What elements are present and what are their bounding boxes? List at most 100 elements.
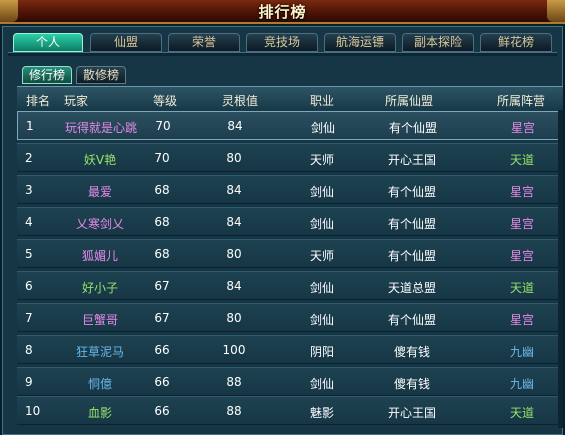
player-name[interactable]: 妖V艳 [45, 151, 155, 168]
player-name[interactable]: 狂草泥马 [45, 343, 155, 360]
job-cell: 剑仙 [309, 185, 334, 199]
table-row[interactable]: 9 恫億 66 88 剑仙 傻有钱 九幽 [17, 367, 563, 396]
player-name[interactable]: 玩得就是心跳 [46, 119, 156, 136]
header-root: 灵根值 [222, 94, 259, 108]
level-cell: 70 [155, 119, 171, 133]
subtab-freelancer[interactable]: 散修榜 [76, 66, 126, 84]
guild-cell: 傻有钱 [393, 345, 430, 359]
camp-cell: 星宫 [509, 313, 534, 327]
level-cell: 68 [154, 183, 170, 197]
rank-cell: 10 [25, 404, 41, 418]
job-cell: 阴阳 [309, 345, 334, 359]
level-cell: 66 [154, 375, 170, 389]
tab-arena[interactable]: 竞技场 [246, 33, 318, 52]
table-row[interactable]: 5 狐媚儿 68 80 天师 有个仙盟 星宫 [17, 239, 563, 268]
table-header: 排名 玩家 等级 灵根值 职业 所属仙盟 所属阵营 [17, 86, 563, 112]
rank-cell: 3 [25, 183, 33, 197]
player-name[interactable]: 巨蟹哥 [45, 311, 155, 328]
tab-personal[interactable]: 个人 [13, 33, 83, 52]
rank-cell: 6 [25, 279, 33, 293]
root-value-cell: 100 [222, 343, 246, 357]
root-value-cell: 88 [226, 404, 242, 418]
player-name[interactable]: 狐媚儿 [45, 247, 155, 264]
player-name[interactable]: 血影 [45, 404, 155, 421]
header-guild: 所属仙盟 [385, 94, 434, 108]
guild-cell: 天道总盟 [387, 281, 436, 295]
subtab-cultivation[interactable]: 修行榜 [22, 66, 72, 84]
tab-escort[interactable]: 航海运镖 [324, 33, 396, 52]
table-row[interactable]: 7 巨蟹哥 67 80 剑仙 有个仙盟 星宫 [17, 303, 563, 332]
job-cell: 剑仙 [309, 313, 334, 327]
guild-cell: 有个仙盟 [387, 313, 436, 327]
guild-cell: 傻有钱 [393, 377, 430, 391]
header-job: 职业 [310, 94, 335, 108]
job-cell: 天师 [309, 153, 334, 167]
player-name[interactable]: 恫億 [45, 375, 155, 392]
camp-cell: 九幽 [509, 345, 534, 359]
camp-cell: 九幽 [509, 377, 534, 391]
root-value-cell: 84 [226, 183, 242, 197]
tab-alliance[interactable]: 仙盟 [90, 33, 162, 52]
tab-honor[interactable]: 荣誉 [168, 33, 240, 52]
player-name[interactable]: 好小子 [45, 279, 155, 296]
player-name[interactable]: 最爱 [45, 183, 155, 200]
rank-cell: 1 [26, 119, 34, 133]
window-title: 排行榜 [258, 3, 307, 21]
job-cell: 剑仙 [309, 377, 334, 391]
header-level: 等级 [153, 94, 178, 108]
camp-cell: 天道 [509, 281, 534, 295]
rank-cell: 7 [25, 311, 33, 325]
player-name[interactable]: 乂寒剑乂 [45, 215, 155, 232]
header-rank: 排名 [26, 94, 51, 108]
title-bar: 排行榜 [0, 0, 565, 24]
level-cell: 66 [154, 404, 170, 418]
root-value-cell: 84 [226, 279, 242, 293]
table-row[interactable]: 3 最爱 68 84 剑仙 有个仙盟 星宫 [17, 175, 563, 204]
guild-cell: 开心王国 [387, 406, 436, 420]
camp-cell: 星宫 [509, 249, 534, 263]
camp-cell: 星宫 [509, 185, 534, 199]
tab-divider [8, 52, 557, 56]
rank-cell: 2 [25, 151, 33, 165]
camp-cell: 天道 [509, 153, 534, 167]
root-value-cell: 80 [226, 151, 242, 165]
rank-cell: 4 [25, 215, 33, 229]
level-cell: 68 [154, 247, 170, 261]
table-scrollbar[interactable] [558, 110, 563, 428]
camp-cell: 星宫 [510, 121, 535, 135]
level-cell: 68 [154, 215, 170, 229]
job-cell: 天师 [309, 249, 334, 263]
tab-dungeon[interactable]: 副本探险 [402, 33, 474, 52]
table-row[interactable]: 4 乂寒剑乂 68 84 剑仙 有个仙盟 星宫 [17, 207, 563, 236]
root-value-cell: 80 [226, 311, 242, 325]
root-value-cell: 84 [226, 215, 242, 229]
rank-cell: 8 [25, 343, 33, 357]
guild-cell: 有个仙盟 [387, 185, 436, 199]
level-cell: 67 [154, 279, 170, 293]
table-row[interactable]: 2 妖V艳 70 80 天师 开心王国 天道 [17, 143, 563, 172]
guild-cell: 有个仙盟 [387, 249, 436, 263]
job-cell: 剑仙 [310, 121, 335, 135]
job-cell: 魅影 [309, 406, 334, 420]
table-row[interactable]: 6 好小子 67 84 剑仙 天道总盟 天道 [17, 271, 563, 300]
title-bar-right-ornament [547, 0, 565, 22]
camp-cell: 天道 [509, 406, 534, 420]
root-value-cell: 84 [227, 119, 243, 133]
job-cell: 剑仙 [309, 217, 334, 231]
guild-cell: 有个仙盟 [387, 217, 436, 231]
level-cell: 67 [154, 311, 170, 325]
job-cell: 剑仙 [309, 281, 334, 295]
tab-flowers[interactable]: 鲜花榜 [480, 33, 552, 52]
header-player: 玩家 [64, 94, 89, 108]
level-cell: 70 [154, 151, 170, 165]
table-row[interactable]: 10 血影 66 88 魅影 开心王国 天道 [17, 396, 563, 425]
table-row[interactable]: 8 狂草泥马 66 100 阴阳 傻有钱 九幽 [17, 335, 563, 364]
rank-cell: 5 [25, 247, 33, 261]
root-value-cell: 88 [226, 375, 242, 389]
table-row[interactable]: 1 玩得就是心跳 70 84 剑仙 有个仙盟 星宫 [17, 111, 563, 140]
guild-cell: 有个仙盟 [388, 121, 437, 135]
guild-cell: 开心王国 [387, 153, 436, 167]
rank-cell: 9 [25, 375, 33, 389]
header-camp: 所属阵营 [497, 94, 546, 108]
level-cell: 66 [154, 343, 170, 357]
